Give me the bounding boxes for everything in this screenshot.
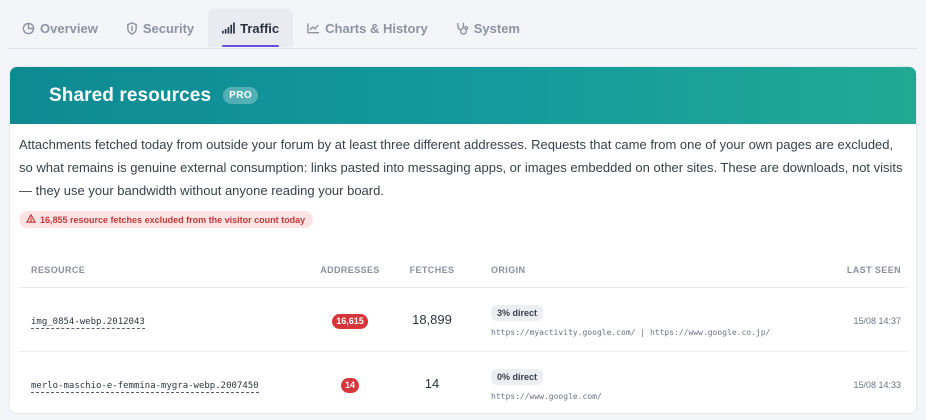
resource-link[interactable]: merlo-maschio-e-femmina-mygra-webp.20074…: [31, 380, 259, 393]
card-banner: Shared resources PRO: [10, 67, 916, 124]
resources-table: RESOURCE ADDRESSES FETCHES ORIGIN LAST S…: [19, 253, 907, 413]
origin-urls: https://www.google.com/: [491, 391, 602, 401]
last-seen-time: 15/08 14:33: [853, 379, 901, 390]
tab-label: Traffic: [240, 20, 280, 36]
fetches-count: 14: [424, 375, 440, 391]
resource-link[interactable]: img_0854-webp.2012043: [31, 316, 145, 329]
origin-direct-badge: 0% direct: [491, 368, 544, 385]
tab-traffic[interactable]: Traffic: [208, 9, 294, 47]
header-fetches: FETCHES: [409, 265, 455, 275]
tab-label: Charts & History: [325, 20, 428, 36]
origin-direct-badge: 3% direct: [491, 304, 544, 321]
shared-resources-card: Shared resources PRO Attachments fetched…: [9, 66, 917, 414]
stethoscope-icon: [456, 22, 469, 35]
tab-label: System: [473, 20, 520, 36]
tab-security[interactable]: Security: [112, 9, 208, 47]
addresses-count-badge: 16,615: [332, 313, 368, 329]
warning-triangle-icon: [25, 213, 37, 225]
last-seen-time: 15/08 14:37: [853, 315, 901, 326]
card-title: Shared resources: [49, 84, 212, 106]
fetches-count: 18,899: [412, 311, 452, 327]
tab-overview[interactable]: Overview: [8, 9, 112, 47]
header-resource: RESOURCE: [31, 265, 86, 275]
header-origin: ORIGIN: [491, 265, 526, 275]
card-description: Attachments fetched today from outside y…: [19, 137, 903, 198]
excluded-warning-badge: 16,855 resource fetches excluded from th…: [19, 211, 314, 228]
tab-charts-history[interactable]: Charts & History: [293, 9, 442, 47]
header-last-seen: LAST SEEN: [846, 265, 901, 275]
tab-bar: Overview Security Traffic Charts & Histo…: [8, 0, 917, 49]
pro-badge: PRO: [223, 87, 259, 104]
header-addresses: ADDRESSES: [320, 265, 380, 275]
warning-text: 16,855 resource fetches excluded from th…: [40, 214, 306, 225]
line-chart-icon: [307, 22, 320, 34]
tab-label: Overview: [40, 20, 98, 36]
pie-chart-icon: [22, 22, 35, 35]
shield-icon: [126, 21, 138, 35]
signal-bars-icon: [222, 22, 235, 34]
tab-system[interactable]: System: [442, 9, 534, 47]
addresses-count-badge: 14: [340, 377, 359, 393]
table-row: merlo-maschio-e-femmina-mygra-webp.20074…: [19, 352, 907, 413]
origin-urls: https://myactivity.google.com/ | https:/…: [491, 327, 771, 337]
table-row: img_0854-webp.2012043 16,615 18,899 3% d…: [19, 288, 907, 352]
table-header: RESOURCE ADDRESSES FETCHES ORIGIN LAST S…: [19, 253, 907, 288]
tab-label: Security: [142, 20, 195, 36]
